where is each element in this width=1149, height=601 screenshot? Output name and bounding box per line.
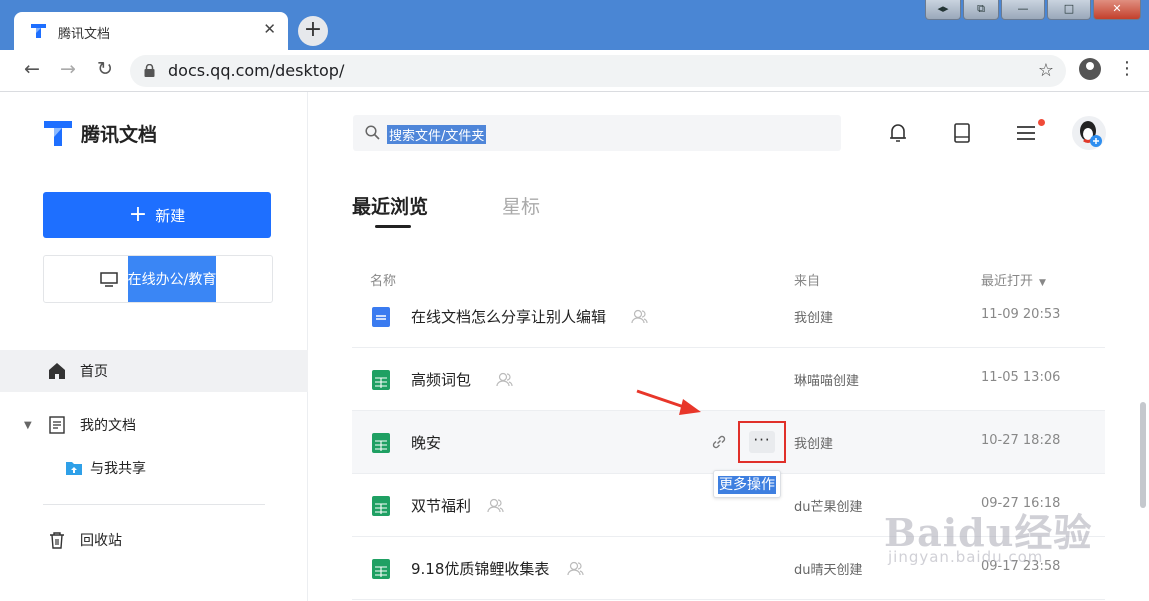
collaborators-icon bbox=[631, 309, 648, 324]
sidebar: 腾讯文档 + 新建 在线办公/教育 首页 ▼ 我的文档 与我共享 回收站 bbox=[0, 92, 308, 601]
scrollbar[interactable] bbox=[1140, 402, 1146, 508]
doc-file-icon bbox=[372, 307, 390, 327]
file-time: 09-27 16:18 bbox=[981, 496, 1061, 511]
tooltip-text: 更多操作 bbox=[718, 476, 776, 494]
search-box[interactable]: 搜索文件/文件夹 bbox=[353, 115, 841, 151]
new-button-label: 新建 bbox=[155, 206, 186, 225]
more-dots-icon: ··· bbox=[749, 431, 775, 453]
file-time: 10-27 18:28 bbox=[981, 433, 1061, 448]
table-row[interactable]: 在线文档怎么分享让别人编辑 我创建 11-09 20:53 bbox=[352, 285, 1105, 348]
bookmark-star-icon[interactable]: ☆ bbox=[1038, 60, 1054, 81]
document-icon bbox=[49, 416, 65, 434]
file-time: 09-17 23:58 bbox=[981, 559, 1061, 574]
browser-tab[interactable]: 腾讯文档 ✕ bbox=[14, 12, 288, 50]
expand-caret-icon[interactable]: ▼ bbox=[24, 420, 32, 431]
close-tab-icon[interactable]: ✕ bbox=[263, 20, 276, 38]
shared-folder-icon bbox=[66, 462, 82, 475]
brand-name: 腾讯文档 bbox=[81, 123, 158, 146]
tablet-icon[interactable] bbox=[951, 122, 973, 144]
reload-icon[interactable]: ↻ bbox=[92, 58, 118, 80]
address-bar[interactable]: docs.qq.com/desktop/ ☆ bbox=[130, 55, 1066, 87]
edu-button-label: 在线办公/教育 bbox=[127, 256, 217, 302]
file-name[interactable]: 高频词包 bbox=[411, 369, 471, 390]
browser-toolbar: ← → ↻ docs.qq.com/desktop/ ☆ ⋮ bbox=[0, 50, 1149, 92]
file-name[interactable]: 在线文档怎么分享让别人编辑 bbox=[411, 306, 606, 327]
more-actions-tooltip: 更多操作 bbox=[713, 470, 781, 498]
search-input[interactable]: 搜索文件/文件夹 bbox=[387, 125, 487, 144]
search-icon bbox=[365, 125, 380, 140]
new-tab-button[interactable]: + bbox=[298, 16, 328, 46]
file-name[interactable]: 晚安 bbox=[411, 432, 441, 453]
file-source: 我创建 bbox=[794, 311, 834, 326]
main-content: 搜索文件/文件夹 最近浏览 星标 名称 来自 最近打开 ▼ 在线文档怎么分享让别人… bbox=[309, 92, 1149, 601]
file-time: 11-05 13:06 bbox=[981, 370, 1061, 385]
home-icon bbox=[49, 363, 65, 379]
file-name[interactable]: 9.18优质锦鲤收集表 bbox=[411, 558, 549, 579]
link-icon[interactable] bbox=[710, 433, 728, 451]
sidebar-item-label: 首页 bbox=[80, 364, 108, 380]
trash-icon bbox=[50, 532, 64, 549]
browser-tab-strip: 腾讯文档 ✕ + ◂▸ ⧉ — □ ✕ bbox=[0, 0, 1149, 50]
forward-arrow-icon[interactable]: → bbox=[55, 58, 81, 80]
window-minimize-button[interactable]: — bbox=[1001, 0, 1045, 20]
file-source: 琳喵喵创建 bbox=[794, 374, 860, 389]
sidebar-item-shared-with-me[interactable]: 与我共享 bbox=[0, 447, 308, 489]
sidebar-item-label: 与我共享 bbox=[90, 461, 146, 477]
window-switch-button[interactable]: ◂▸ bbox=[925, 0, 961, 20]
lock-icon bbox=[144, 64, 155, 77]
brand[interactable]: 腾讯文档 bbox=[43, 119, 157, 147]
active-tab-indicator bbox=[375, 225, 411, 228]
window-restore-button[interactable]: ⧉ bbox=[963, 0, 999, 20]
table-row[interactable]: 9.18优质锦鲤收集表 du晴天创建 09-17 23:58 bbox=[352, 537, 1105, 600]
new-document-button[interactable]: + 新建 bbox=[43, 192, 271, 238]
sidebar-item-label: 回收站 bbox=[80, 533, 122, 549]
more-actions-button[interactable]: ··· bbox=[738, 421, 786, 463]
online-office-edu-button[interactable]: 在线办公/教育 bbox=[43, 255, 273, 303]
browser-tab-title: 腾讯文档 bbox=[58, 27, 111, 42]
table-row[interactable]: 高频词包 琳喵喵创建 11-05 13:06 bbox=[352, 348, 1105, 411]
menu-icon[interactable] bbox=[1015, 122, 1037, 144]
sidebar-item-my-documents[interactable]: ▼ 我的文档 bbox=[0, 404, 308, 446]
browser-profile-icon[interactable] bbox=[1079, 58, 1101, 80]
table-row[interactable]: 晚安 ··· 我创建 10-27 18:28 bbox=[352, 411, 1105, 474]
sheet-file-icon bbox=[372, 496, 390, 516]
plus-icon: + bbox=[128, 202, 148, 227]
file-time: 11-09 20:53 bbox=[981, 307, 1061, 322]
annotation-arrow-icon bbox=[636, 389, 701, 415]
avatar[interactable] bbox=[1072, 116, 1106, 150]
file-name[interactable]: 双节福利 bbox=[411, 495, 471, 516]
sidebar-item-home[interactable]: 首页 bbox=[0, 350, 308, 392]
tab-starred[interactable]: 星标 bbox=[502, 192, 540, 219]
file-source: 我创建 bbox=[794, 437, 834, 452]
monitor-icon bbox=[99, 271, 118, 287]
tab-recent[interactable]: 最近浏览 bbox=[352, 192, 428, 219]
url-text: docs.qq.com/desktop/ bbox=[168, 61, 345, 80]
tencent-docs-favicon bbox=[31, 24, 46, 38]
sidebar-item-label: 我的文档 bbox=[80, 418, 136, 434]
window-maximize-button[interactable]: □ bbox=[1047, 0, 1091, 20]
sheet-file-icon bbox=[372, 559, 390, 579]
collaborators-icon bbox=[567, 561, 584, 576]
sheet-file-icon bbox=[372, 433, 390, 453]
collaborators-icon bbox=[487, 498, 504, 513]
window-controls: ◂▸ ⧉ — □ ✕ bbox=[925, 0, 1141, 20]
file-source: du芒果创建 bbox=[794, 500, 863, 515]
collaborators-icon bbox=[496, 372, 513, 387]
browser-menu-icon[interactable]: ⋮ bbox=[1118, 58, 1136, 79]
window-close-button[interactable]: ✕ bbox=[1093, 0, 1141, 20]
back-arrow-icon[interactable]: ← bbox=[19, 58, 45, 80]
sidebar-item-trash[interactable]: 回收站 bbox=[0, 519, 308, 561]
penguin-avatar-icon bbox=[1080, 121, 1102, 147]
sheet-file-icon bbox=[372, 370, 390, 390]
notification-dot bbox=[1038, 119, 1045, 126]
sidebar-divider bbox=[43, 504, 265, 505]
file-source: du晴天创建 bbox=[794, 563, 863, 578]
tencent-docs-logo-icon bbox=[44, 121, 72, 146]
bell-icon[interactable] bbox=[887, 122, 909, 144]
